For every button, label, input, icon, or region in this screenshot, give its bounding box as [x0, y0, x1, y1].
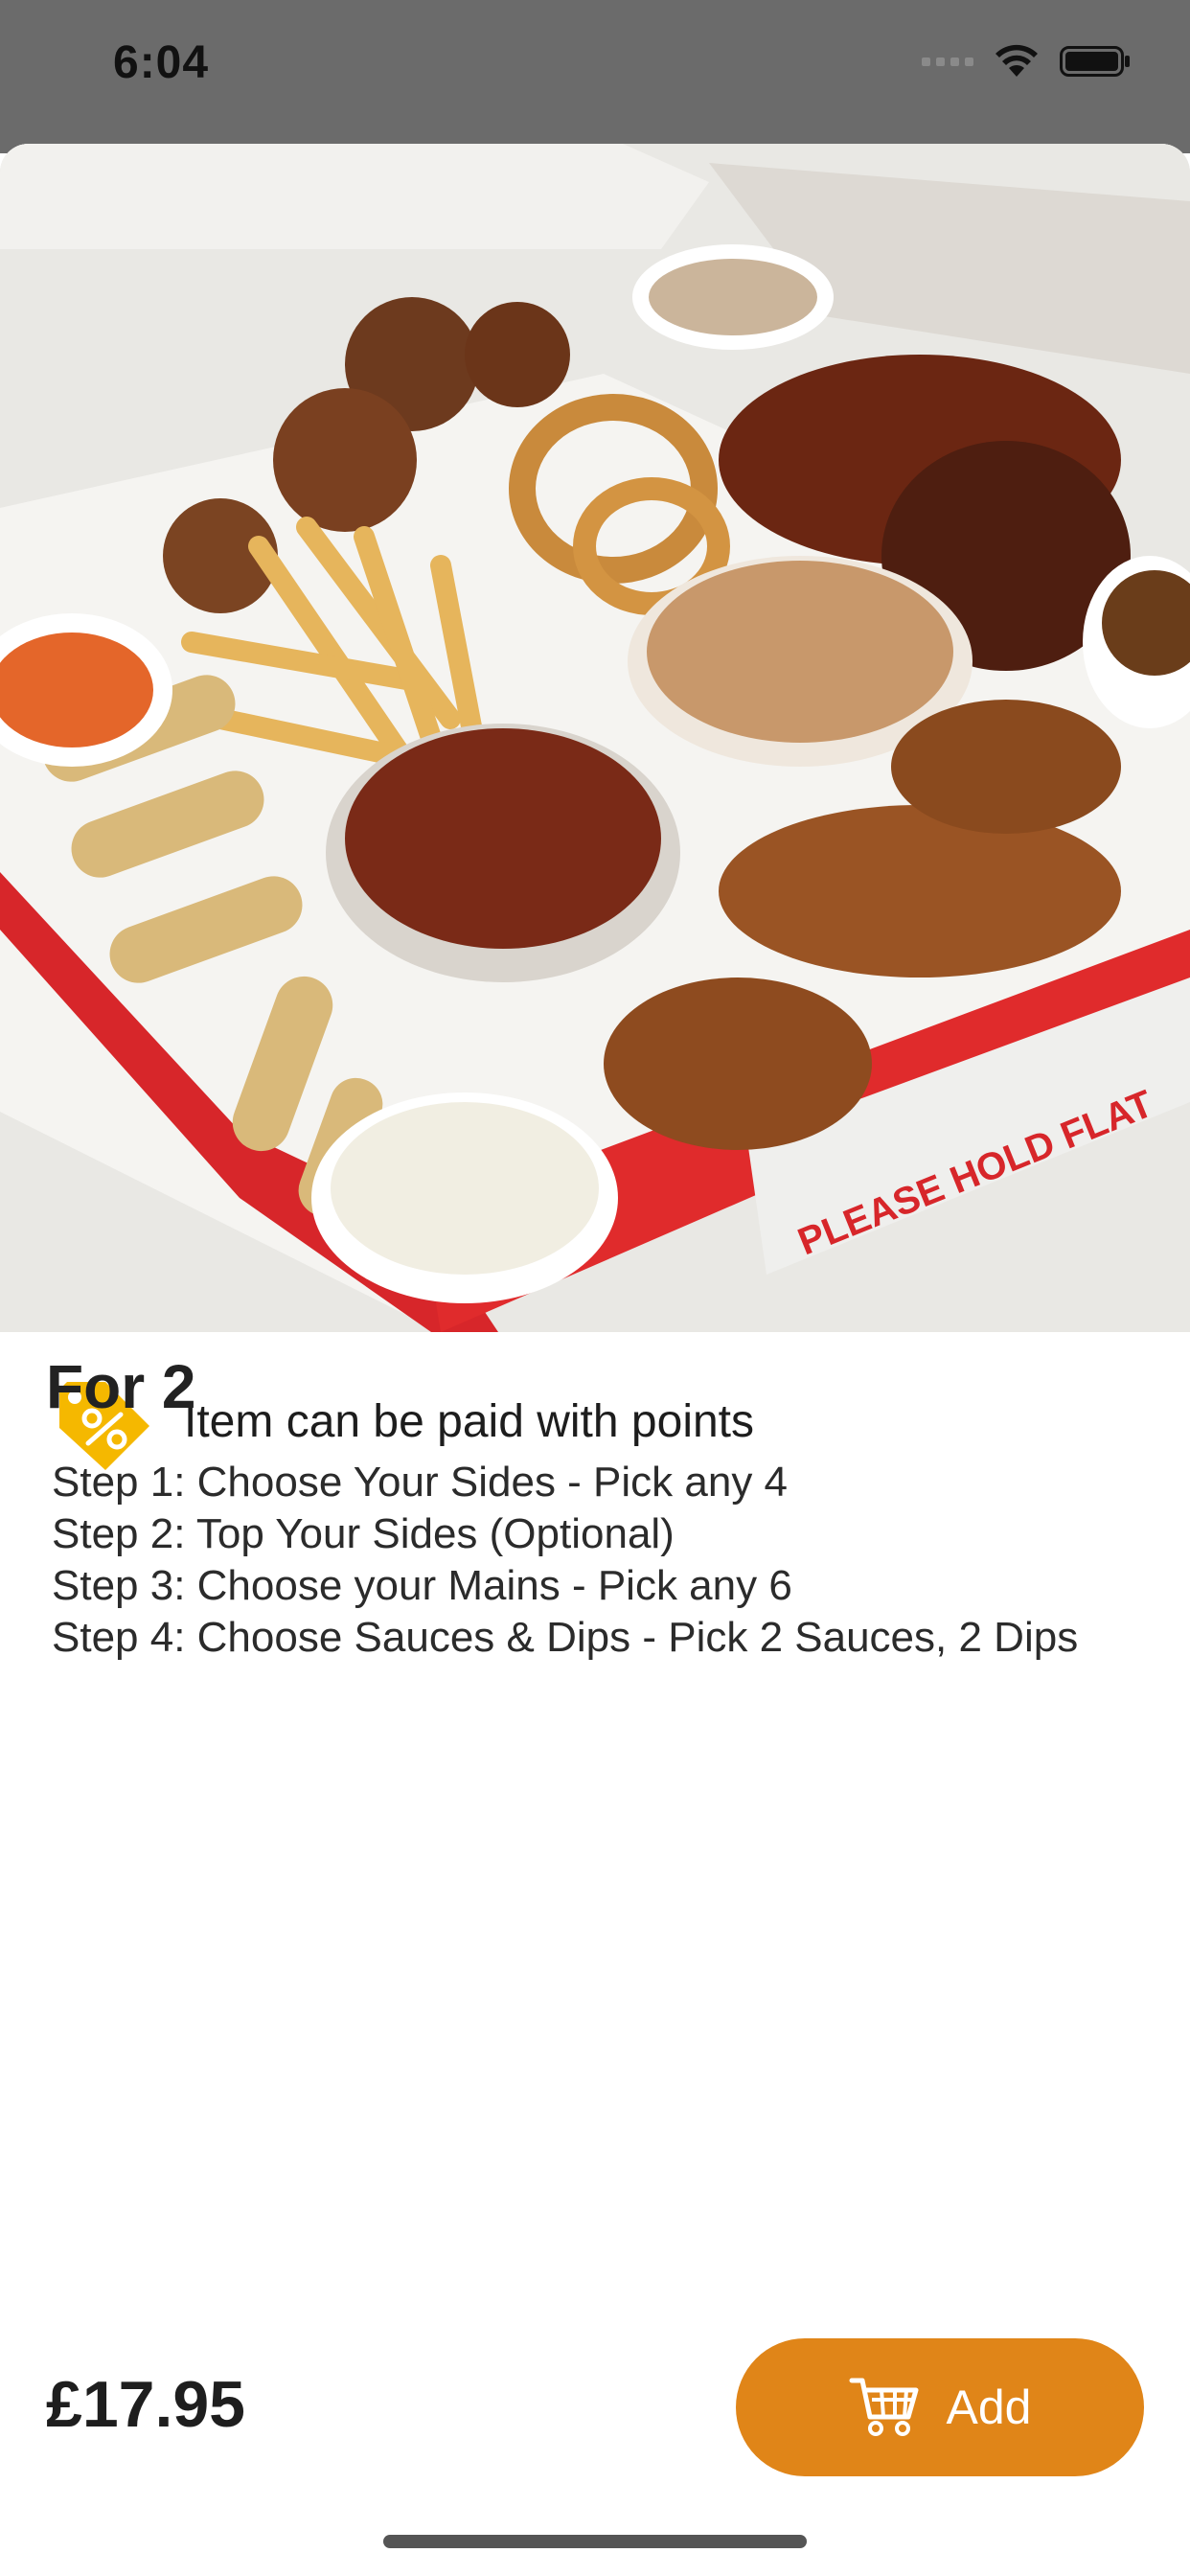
- wifi-icon: [995, 44, 1039, 79]
- points-text: Item can be paid with points: [184, 1395, 755, 1447]
- step-line: Step 4: Choose Sauces & Dips - Pick 2 Sa…: [52, 1614, 1079, 1661]
- product-image: PLEASE HOLD FLAT: [0, 144, 1190, 1332]
- add-to-cart-button[interactable]: Add: [736, 2338, 1144, 2476]
- status-time: 6:04: [113, 37, 210, 88]
- add-button-label: Add: [946, 2380, 1032, 2434]
- cart-icon: [849, 2375, 922, 2441]
- step-line: Step 2: Top Your Sides (Optional): [52, 1510, 675, 1557]
- product-description: Step 1: Choose Your Sides - Pick any 4 S…: [52, 1457, 1078, 1664]
- home-indicator[interactable]: [383, 2535, 807, 2548]
- status-icons: [922, 42, 1133, 80]
- product-title: For 2: [46, 1352, 196, 1421]
- battery-icon: [1060, 44, 1133, 79]
- price-label: £17.95: [46, 2368, 245, 2441]
- step-line: Step 1: Choose Your Sides - Pick any 4: [52, 1459, 789, 1506]
- signal-icon: [922, 57, 973, 66]
- status-bar-backdrop: 6:04: [0, 0, 1190, 153]
- step-line: Step 3: Choose your Mains - Pick any 6: [52, 1562, 792, 1609]
